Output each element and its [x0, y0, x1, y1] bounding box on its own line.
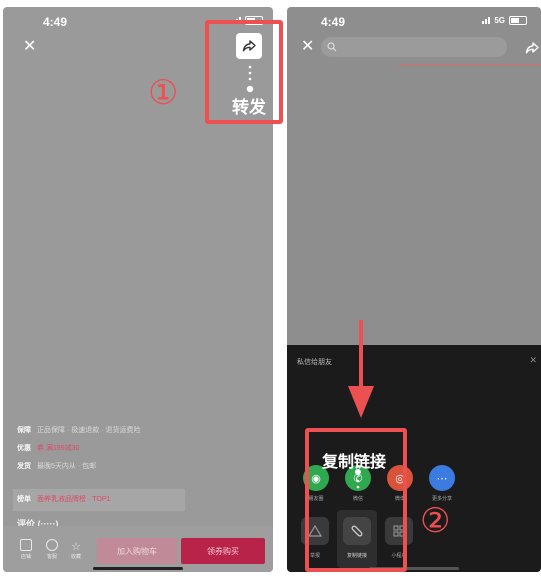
share-label: 转发 [232, 98, 266, 117]
share-button[interactable] [236, 33, 262, 59]
step-two-marker: ② [420, 502, 451, 540]
annotation-arrow-down [348, 320, 374, 418]
sheet-close-icon[interactable]: ✕ [529, 355, 537, 366]
favorite-star-icon[interactable]: ☆ 收藏 [65, 542, 87, 561]
sheet-title: 私信给朋友 [297, 359, 332, 366]
status-indicators: 5G [482, 16, 527, 25]
search-icon [327, 42, 337, 52]
close-icon[interactable]: ✕ [301, 39, 314, 55]
progress-line [399, 64, 541, 66]
share-forward-icon[interactable] [525, 42, 539, 54]
more-options-icon[interactable]: ⋯ [429, 465, 455, 491]
discount-row[interactable]: 优惠券 满199减30 [17, 443, 79, 453]
signal-icon [482, 17, 491, 24]
guarantee-row: 保障 正品保障 · 极速退款 · 退货运费险 [17, 427, 141, 434]
status-time: 4:49 [321, 15, 346, 29]
add-to-cart-button[interactable]: 加入购物车 [97, 538, 177, 564]
customer-service-icon[interactable]: 客服 [41, 539, 63, 560]
shipping-row: 发货 最晚5天内从 · 包邮 [17, 463, 97, 470]
bottom-action-bar: 店铺 客服 ☆ 收藏 加入购物车 领券购买 [3, 526, 273, 572]
step-one-marker: ① [148, 74, 179, 112]
network-type: 5G [494, 16, 505, 25]
share-forward-icon [242, 40, 256, 52]
dotted-connector [355, 469, 361, 489]
dotted-connector [246, 65, 254, 93]
close-icon[interactable]: ✕ [23, 39, 36, 55]
battery-icon [509, 16, 527, 25]
search-bar[interactable] [321, 37, 507, 57]
buy-button[interactable]: 领券购买 [181, 538, 265, 564]
share-target-label: 更多分享 [431, 496, 452, 502]
store-icon[interactable]: 店铺 [15, 539, 37, 560]
status-time: 4:49 [43, 15, 68, 29]
home-indicator [93, 567, 183, 570]
ranking-row[interactable]: 榜单 面养乳液品牌榜 · TOP1 [13, 489, 185, 511]
